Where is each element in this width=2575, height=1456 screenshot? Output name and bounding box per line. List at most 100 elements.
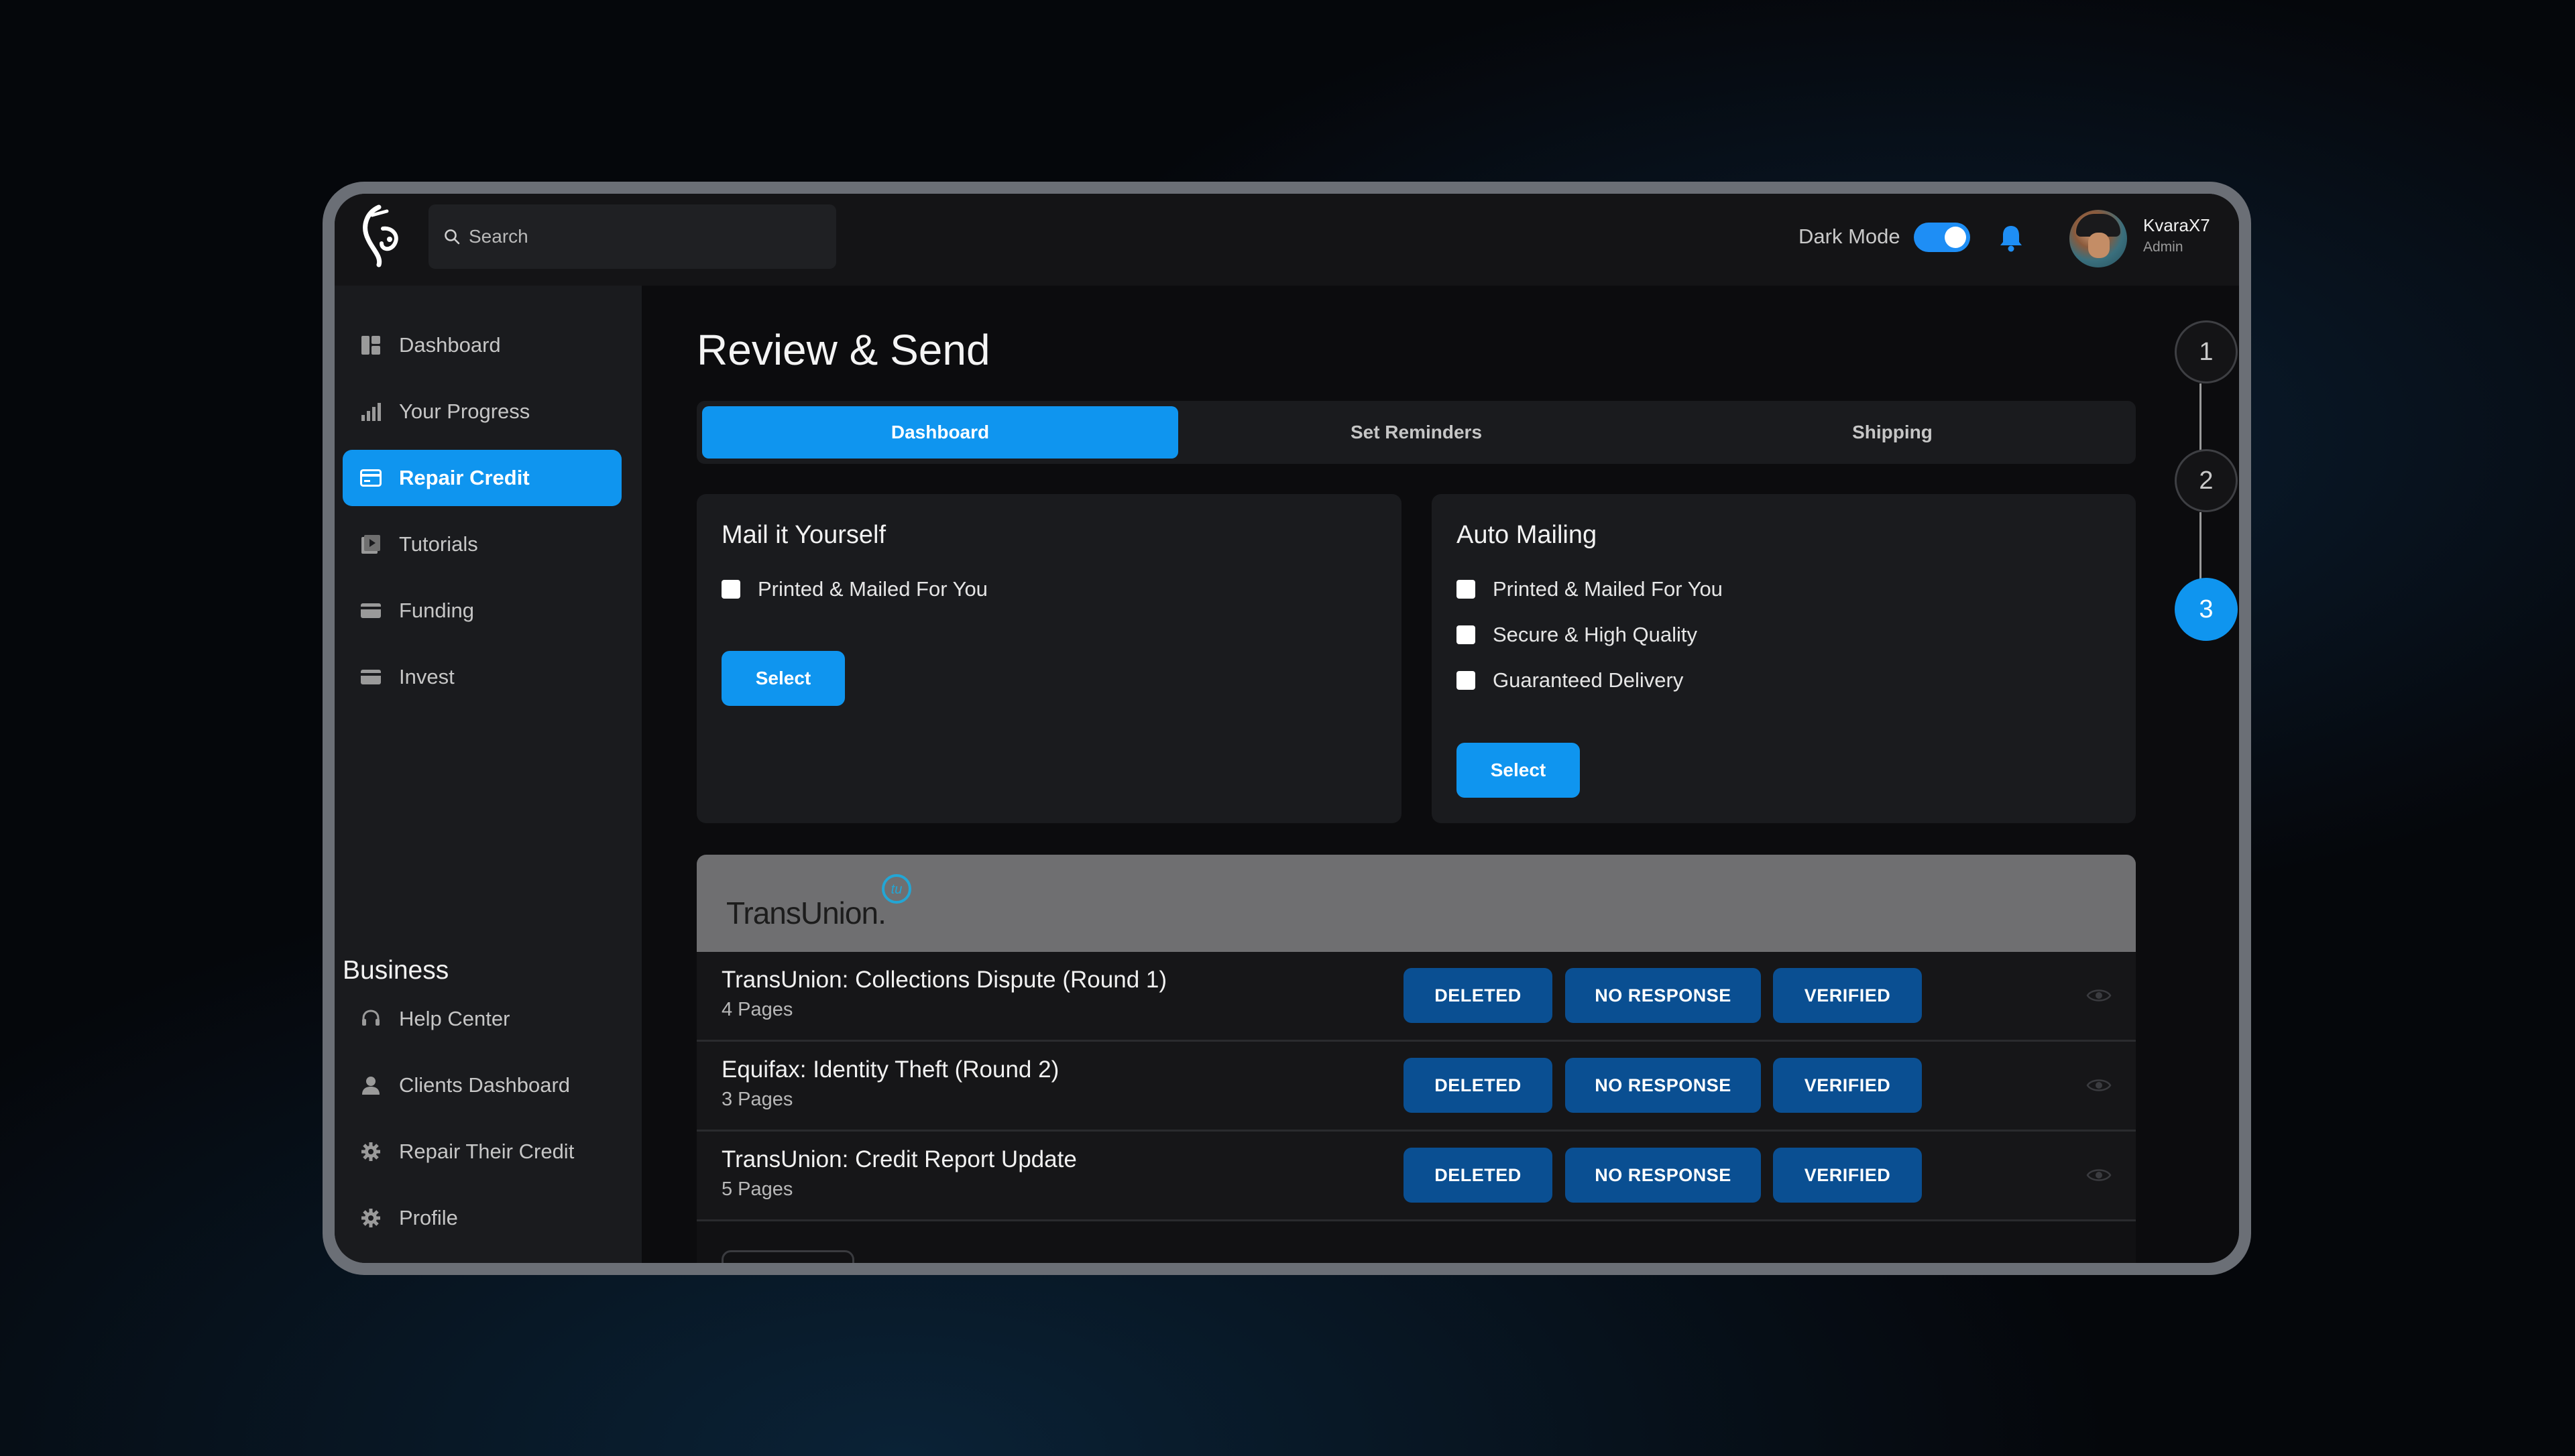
no-response-button[interactable]: NO RESPONSE (1565, 1058, 1761, 1113)
gear-icon (360, 1207, 382, 1229)
user-avatar[interactable] (2069, 210, 2127, 267)
step-1[interactable]: 1 (2175, 320, 2238, 383)
letter-pages: 5 Pages (722, 1178, 793, 1200)
sidebar-item-label: Profile (399, 1206, 458, 1229)
search-bar[interactable] (428, 204, 836, 269)
sidebar-item-label: Help Center (399, 1007, 510, 1030)
sidebar-item-your-progress[interactable]: Your Progress (343, 383, 622, 440)
headset-icon (360, 1008, 382, 1030)
page-title: Review & Send (697, 326, 990, 374)
option-label: Secure & High Quality (1493, 623, 1697, 646)
step-2[interactable]: 2 (2175, 449, 2238, 512)
sidebar-item-dashboard[interactable]: Dashboard (343, 317, 622, 373)
mail-yourself-select-button[interactable]: Select (722, 651, 845, 706)
checkbox[interactable] (722, 580, 740, 599)
card-title: Mail it Yourself (722, 521, 886, 549)
sidebar-item-label: Dashboard (399, 333, 501, 357)
dark-mode-label: Dark Mode (1798, 225, 1900, 248)
card-icon (360, 600, 382, 621)
app-screen: Dark Mode KvaraX7 Admin Dashboard (335, 194, 2239, 1263)
tab-set-reminders[interactable]: Set Reminders (1178, 406, 1654, 459)
no-response-button[interactable]: NO RESPONSE (1565, 1148, 1761, 1203)
toggle-knob (1945, 227, 1966, 248)
auto-mailing-select-button[interactable]: Select (1456, 743, 1580, 798)
sidebar-item-repair-their-credit[interactable]: Repair Their Credit (343, 1124, 622, 1180)
bureau-header: TransUnion. tu (697, 855, 2136, 952)
gear-icon (360, 1141, 382, 1162)
letter-title: TransUnion: Credit Report Update (722, 1146, 1077, 1172)
sidebar: Dashboard Your Progress Repair Credit Tu… (335, 286, 642, 1263)
eye-icon[interactable] (2086, 987, 2112, 1004)
step-3[interactable]: 3 (2175, 578, 2238, 641)
app-logo-icon[interactable] (352, 202, 408, 269)
checkbox[interactable] (1456, 625, 1475, 644)
letter-row: TransUnion: Credit Report Update 5 Pages… (697, 1132, 2136, 1221)
sidebar-item-label: Repair Their Credit (399, 1140, 575, 1163)
svg-text:tu: tu (891, 882, 903, 897)
dashboard-icon (360, 335, 382, 356)
letter-pages: 3 Pages (722, 1089, 793, 1110)
card-icon (360, 666, 382, 688)
dark-mode-toggle[interactable] (1914, 223, 1970, 252)
business-section-title: Business (343, 956, 449, 985)
credit-card-icon (360, 467, 382, 489)
option-printed-mailed[interactable]: Printed & Mailed For You (722, 577, 988, 601)
user-role: Admin (2143, 239, 2183, 255)
tab-bar: Dashboard Set Reminders Shipping (697, 401, 2136, 464)
sidebar-item-label: Your Progress (399, 400, 530, 423)
no-response-button[interactable]: NO RESPONSE (1565, 968, 1761, 1023)
sidebar-item-profile[interactable]: Profile (343, 1190, 622, 1246)
letter-row: Equifax: Identity Theft (Round 2) 3 Page… (697, 1042, 2136, 1132)
checkbox[interactable] (1456, 580, 1475, 599)
verified-button[interactable]: VERIFIED (1773, 968, 1922, 1023)
bar-chart-icon (360, 401, 382, 422)
option-label: Printed & Mailed For You (758, 577, 988, 601)
user-name: KvaraX7 (2143, 215, 2210, 235)
sidebar-item-clients-dashboard[interactable]: Clients Dashboard (343, 1057, 622, 1113)
option-secure-quality[interactable]: Secure & High Quality (1456, 623, 1697, 647)
sidebar-item-help-center[interactable]: Help Center (343, 991, 622, 1047)
top-bar: Dark Mode KvaraX7 Admin (335, 194, 2239, 286)
notification-bell-icon[interactable] (1998, 223, 2024, 253)
auto-mailing-card: Auto Mailing Printed & Mailed For You Se… (1432, 494, 2136, 823)
verified-button[interactable]: VERIFIED (1773, 1148, 1922, 1203)
letter-row: TransUnion: Collections Dispute (Round 1… (697, 952, 2136, 1042)
letter-pages: 4 Pages (722, 999, 793, 1020)
sidebar-item-funding[interactable]: Funding (343, 583, 622, 639)
device-frame: Dark Mode KvaraX7 Admin Dashboard (323, 182, 2251, 1275)
eye-icon[interactable] (2086, 1166, 2112, 1184)
search-icon (445, 229, 460, 245)
transunion-logo: TransUnion. (726, 896, 886, 930)
tab-shipping[interactable]: Shipping (1654, 406, 2130, 459)
partial-button[interactable] (722, 1250, 854, 1263)
letter-title: Equifax: Identity Theft (Round 2) (722, 1056, 1060, 1083)
sidebar-item-label: Funding (399, 599, 475, 622)
mail-it-yourself-card: Mail it Yourself Printed & Mailed For Yo… (697, 494, 1401, 823)
option-printed-mailed[interactable]: Printed & Mailed For You (1456, 577, 1723, 601)
letters-panel: TransUnion. tu TransUnion: Collections D… (697, 855, 2136, 1263)
card-title: Auto Mailing (1456, 521, 1597, 549)
stepper-connector (2199, 383, 2201, 450)
sidebar-item-invest[interactable]: Invest (343, 649, 622, 705)
person-icon (360, 1075, 382, 1096)
video-icon (360, 534, 382, 555)
avatar-face (2088, 233, 2110, 258)
stepper-connector (2199, 512, 2201, 579)
tab-dashboard[interactable]: Dashboard (702, 406, 1178, 459)
verified-button[interactable]: VERIFIED (1773, 1058, 1922, 1113)
deleted-button[interactable]: DELETED (1404, 968, 1552, 1023)
search-input[interactable] (469, 226, 817, 247)
sidebar-item-tutorials[interactable]: Tutorials (343, 516, 622, 572)
sidebar-item-label: Invest (399, 665, 455, 688)
deleted-button[interactable]: DELETED (1404, 1058, 1552, 1113)
deleted-button[interactable]: DELETED (1404, 1148, 1552, 1203)
sidebar-item-label: Repair Credit (399, 466, 530, 489)
checkbox[interactable] (1456, 671, 1475, 690)
option-guaranteed-delivery[interactable]: Guaranteed Delivery (1456, 668, 1683, 692)
option-label: Guaranteed Delivery (1493, 668, 1684, 692)
sidebar-item-repair-credit[interactable]: Repair Credit (343, 450, 622, 506)
eye-icon[interactable] (2086, 1077, 2112, 1094)
transunion-badge-icon: tu (882, 874, 911, 904)
option-label: Printed & Mailed For You (1493, 577, 1723, 601)
sidebar-item-label: Clients Dashboard (399, 1073, 571, 1097)
